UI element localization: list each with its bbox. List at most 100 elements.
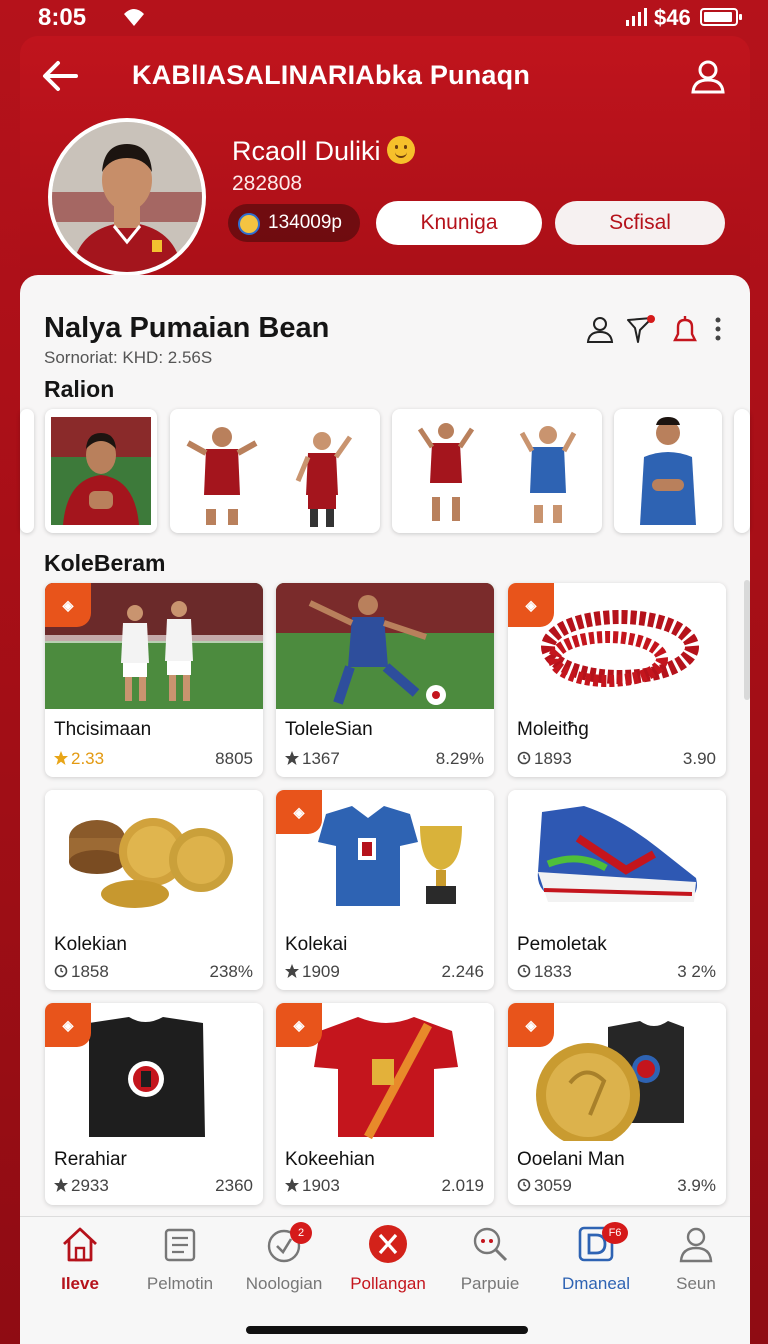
collection-card[interactable]: Kolekian 1858 238% (45, 790, 263, 990)
card-value: 3 2% (677, 962, 716, 981)
collection-image (276, 583, 494, 709)
more-options-icon[interactable] (704, 314, 732, 344)
list-icon (164, 1228, 196, 1262)
nav-label: Ileve (61, 1274, 99, 1293)
carrier-text: $46 (654, 5, 691, 30)
nav-label: Seun (676, 1274, 716, 1293)
card-stat: 1367 (285, 749, 340, 769)
card-value: 8.29% (435, 749, 484, 768)
card-name: Kolekai (285, 934, 348, 955)
star-icon (285, 964, 299, 978)
card-stat: 2.33 (54, 749, 104, 769)
card-stat: 1833 (517, 962, 572, 982)
section-title: Nalya Pumaian Bean (44, 312, 330, 344)
nav-label: Pollangan (350, 1274, 426, 1293)
card-stat: 1903 (285, 1176, 340, 1196)
collection-card[interactable]: Pemoletak 1833 3 2% (508, 790, 726, 990)
player-image (417, 423, 577, 523)
card-value: 3.90 (682, 749, 716, 768)
card-stat-value: 1893 (534, 749, 572, 768)
card-value: 238% (209, 962, 253, 981)
players-label: Ralion (44, 376, 115, 402)
collection-card[interactable]: ToleleSian 1367 8.29% (276, 583, 494, 777)
nav-label: Pelmotin (146, 1274, 214, 1293)
profile-icon[interactable] (688, 56, 728, 96)
alarm-icon[interactable] (670, 314, 700, 344)
user-id: 282808 (232, 172, 303, 195)
signal-icon (626, 8, 647, 26)
user-name: Rcaoll Duliki (232, 136, 415, 167)
card-badge: ◈ (276, 1003, 322, 1047)
card-name: Kolekian (54, 934, 127, 955)
collection-card[interactable]: ◈ Kokeehian 1903 2.019 (276, 1003, 494, 1205)
clock-icon (517, 964, 531, 978)
card-badge: ◈ (45, 1003, 91, 1047)
star-icon (285, 751, 299, 765)
x-circle-icon (369, 1225, 407, 1263)
nav-pollangan[interactable]: Pollangan (338, 1224, 438, 1294)
secondary-action-button[interactable]: Scfisal (555, 201, 725, 245)
collection-card[interactable]: ◈ Rerahiar 2933 2360 (45, 1003, 263, 1205)
user-icon[interactable] (585, 314, 615, 344)
avatar (48, 118, 206, 276)
nav-parpuie[interactable]: Parpuie (440, 1224, 540, 1294)
back-button[interactable] (40, 56, 80, 96)
wifi-icon (124, 9, 144, 26)
player-card[interactable] (45, 409, 157, 533)
player-card[interactable] (614, 409, 722, 533)
collection-card[interactable]: ◈ Thcisimaan 2.33 8805 (45, 583, 263, 777)
collection-card[interactable]: ◈ Moleitħg 1893 3.90 (508, 583, 726, 777)
collection-image (508, 790, 726, 922)
clock-icon (54, 964, 68, 978)
user-icon (679, 1227, 713, 1263)
card-name: Kokeehian (285, 1149, 375, 1170)
card-stat-value: 1367 (302, 749, 340, 768)
card-badge: ◈ (45, 583, 91, 627)
filter-icon[interactable] (626, 314, 656, 344)
search-icon (473, 1227, 508, 1262)
coin-icon (238, 213, 260, 235)
coin-amount: 134009p (268, 212, 342, 233)
primary-action-button[interactable]: Knuniga (376, 201, 542, 245)
player-card[interactable] (170, 409, 380, 533)
nav-pelmotin[interactable]: Pelmotin (130, 1224, 230, 1294)
card-value: 2360 (215, 1176, 253, 1195)
star-icon (285, 1178, 299, 1192)
smile-emoji-icon (386, 136, 415, 164)
home-indicator[interactable] (246, 1326, 528, 1334)
card-value: 2.246 (441, 962, 484, 981)
user-name-text: Rcaoll Duliki (232, 136, 381, 166)
collection-card[interactable]: ◈ Ooelani Man 3059 3.9% (508, 1003, 726, 1205)
player-card[interactable] (392, 409, 602, 533)
clock-icon (517, 1178, 531, 1192)
card-stat-value: 3059 (534, 1176, 572, 1195)
card-value: 8805 (215, 749, 253, 768)
card-value: 3.9% (677, 1176, 716, 1195)
nav-noologian[interactable]: 2 Noologian (234, 1222, 334, 1294)
card-stat-value: 1858 (71, 962, 109, 981)
star-icon (54, 1178, 68, 1192)
status-bar: 8:05 $46 (0, 0, 768, 36)
card-name: Pemoletak (517, 934, 607, 955)
nav-dmaneal[interactable]: F6 Dmaneal (546, 1222, 646, 1294)
clock-icon (517, 751, 531, 765)
star-icon (54, 751, 68, 765)
player-card-partial-left[interactable] (20, 409, 34, 533)
nav-label: Dmaneal (561, 1274, 631, 1293)
card-stat: 1893 (517, 749, 572, 769)
status-time: 8:05 (38, 4, 87, 31)
player-card-partial-right[interactable] (734, 409, 750, 533)
nav-label: Parpuie (460, 1274, 520, 1293)
card-name: Ooelani Man (517, 1149, 625, 1170)
card-stat-value: 1909 (302, 962, 340, 981)
player-image (51, 417, 151, 525)
collection-card[interactable]: ◈ Kolekai 1909 2.246 (276, 790, 494, 990)
player-image (186, 427, 353, 527)
card-name: Moleitħg (517, 719, 589, 740)
card-badge: ◈ (276, 790, 322, 834)
header-title: KABlIASALINARIAbka Punaqn (132, 60, 531, 90)
nav-seun[interactable]: Seun (646, 1224, 746, 1294)
scrollbar[interactable] (744, 580, 750, 700)
card-badge: ◈ (508, 1003, 554, 1047)
nav-home[interactable]: Ileve (30, 1224, 130, 1294)
